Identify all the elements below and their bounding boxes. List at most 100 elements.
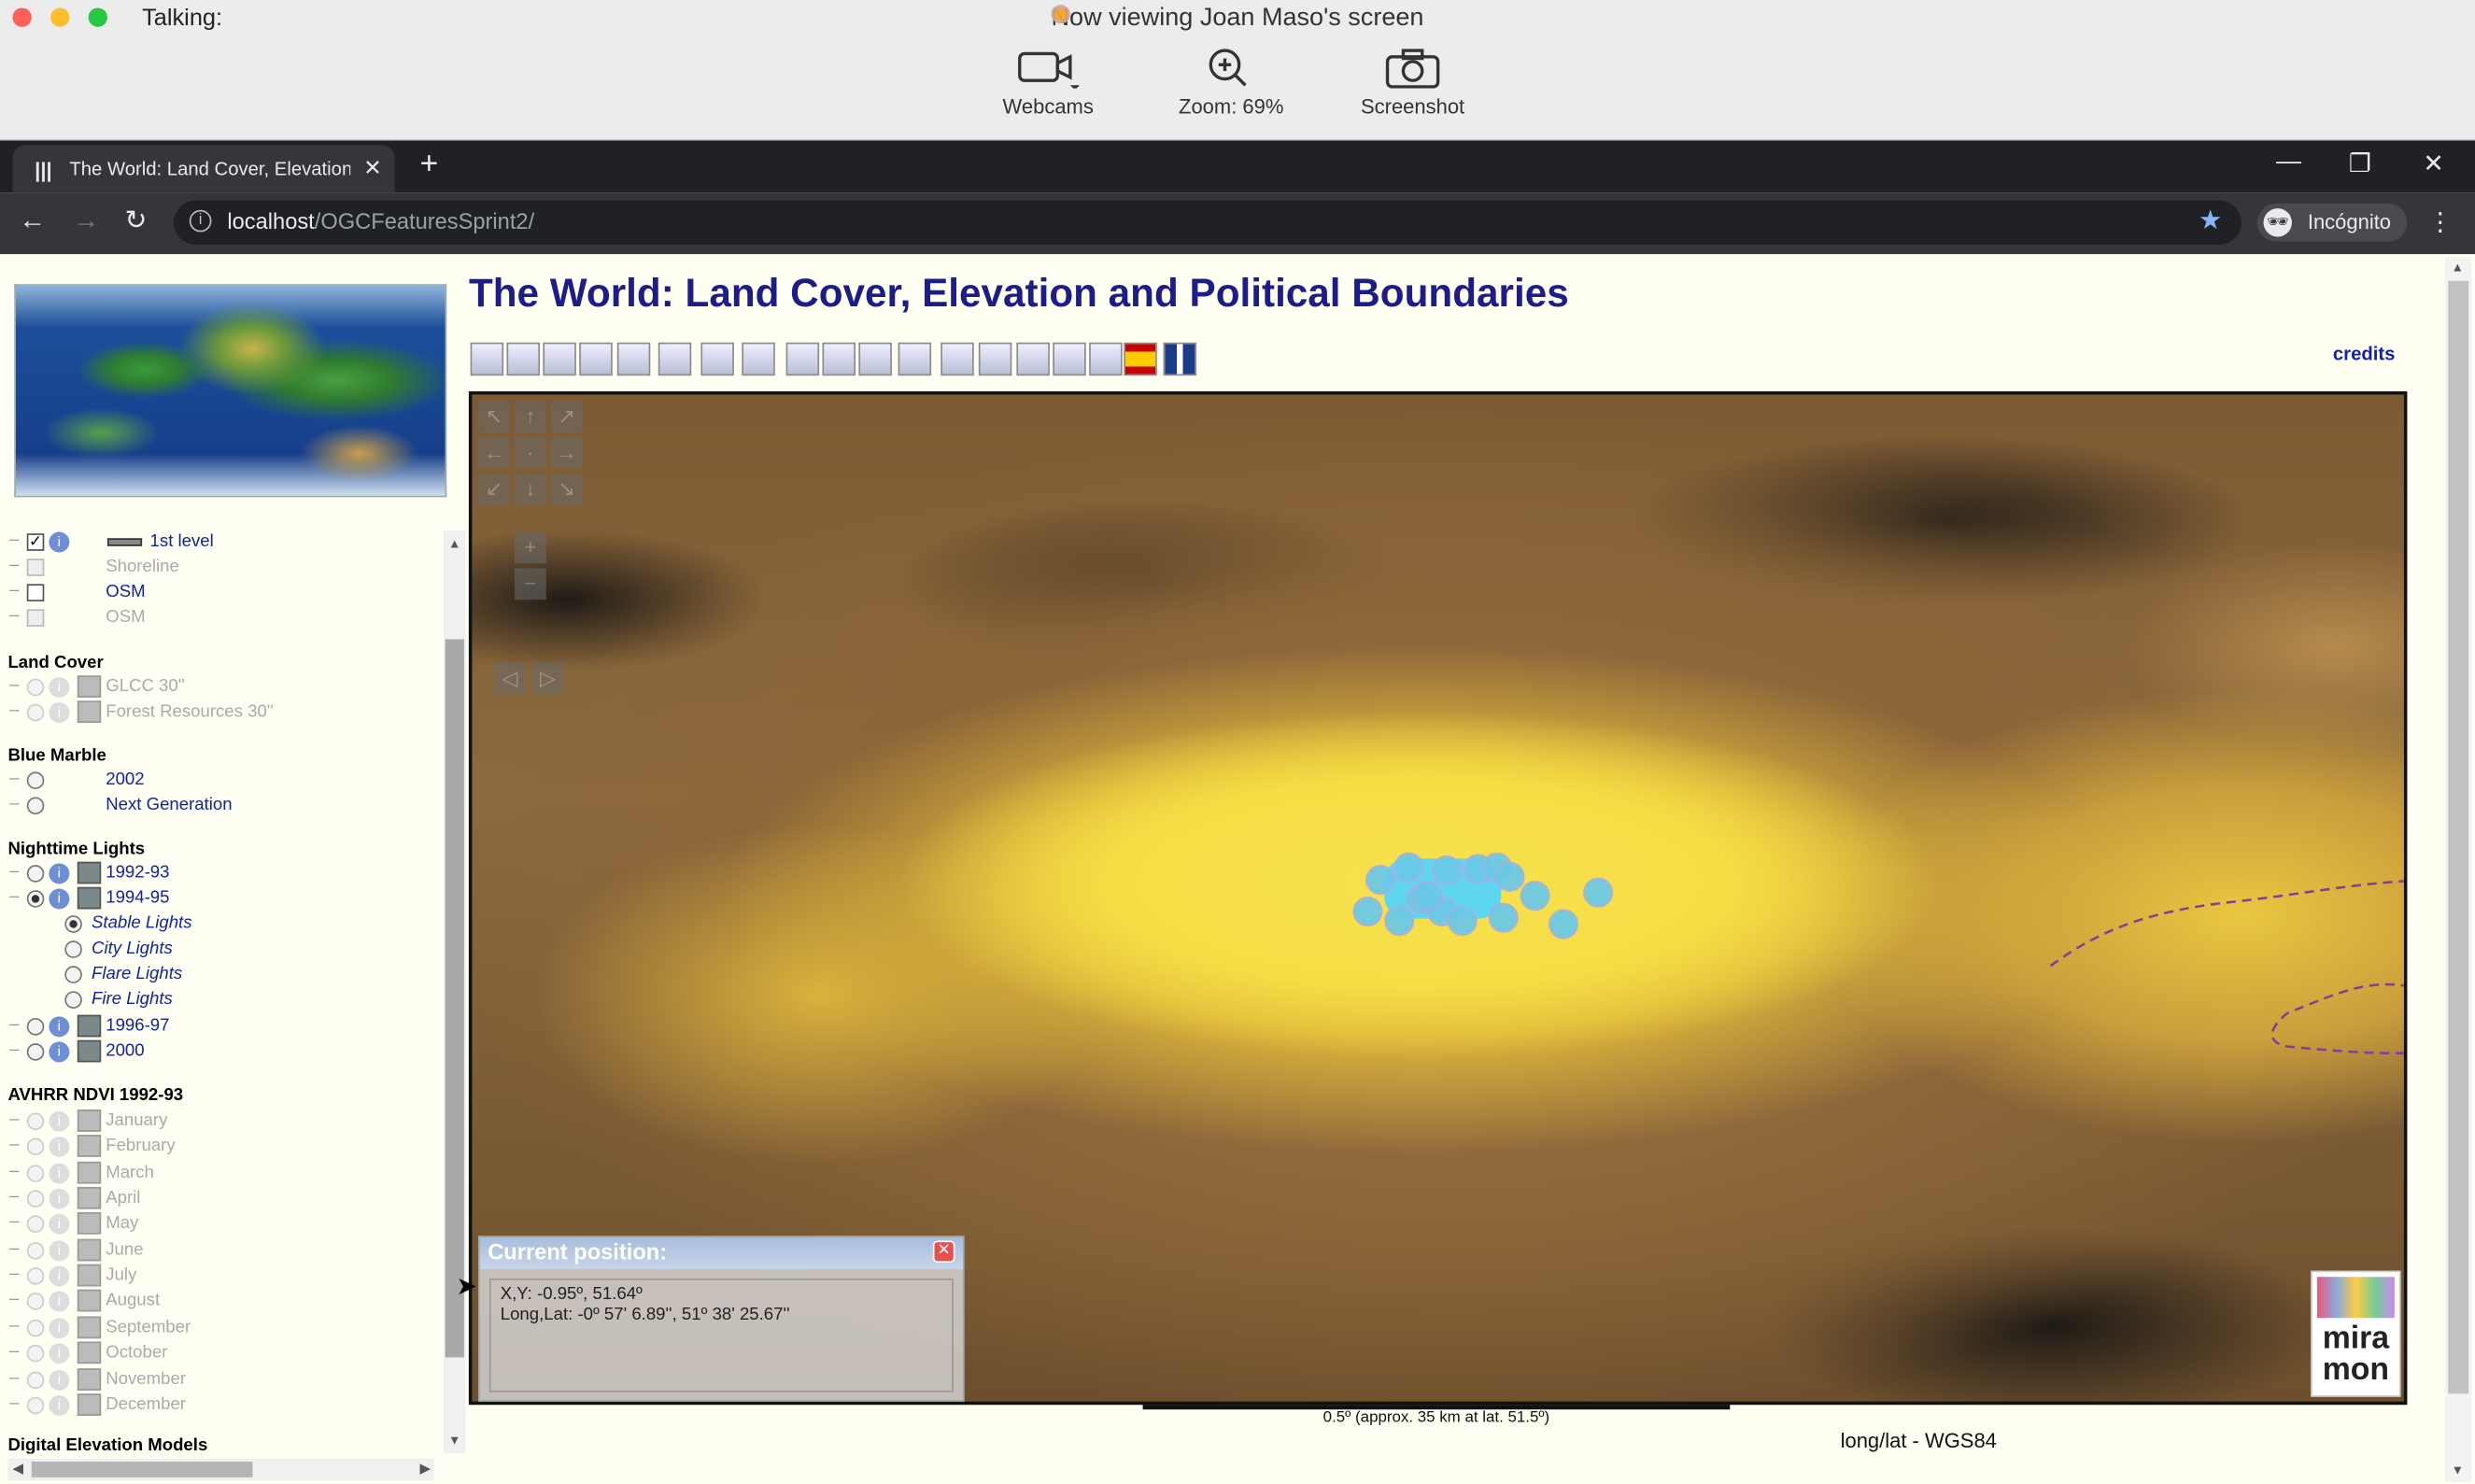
feature-point[interactable] [1384,906,1415,937]
feature-point[interactable] [1393,852,1424,883]
zoom-next-icon[interactable]: ▷ [531,662,564,695]
zoom-full-tool-icon[interactable] [579,342,613,376]
layer-label[interactable]: 2002 [106,770,144,789]
pan-northeast-icon[interactable]: ↗ [550,401,583,433]
download-icon[interactable] [77,1264,102,1287]
download-icon[interactable] [77,886,102,910]
zoom-world-tool-icon[interactable] [616,342,651,376]
layer-checkbox[interactable] [26,609,45,627]
ogc-service-tool-icon[interactable] [858,342,892,376]
layer-radio[interactable] [26,1018,45,1036]
download-icon[interactable] [77,700,102,724]
info-icon[interactable]: i [49,1292,70,1313]
layer-radio[interactable] [26,1370,45,1389]
link-tool-icon[interactable] [1016,342,1050,376]
layer-radio[interactable] [26,678,45,697]
settings-tool-icon[interactable] [785,342,820,376]
info-icon[interactable]: i [49,702,70,724]
feature-point[interactable] [1352,896,1383,927]
zoom-in-map-icon[interactable]: + [514,531,546,564]
layer-checkbox[interactable]: ✓ [26,533,45,551]
style-radio[interactable] [64,940,82,958]
new-tab-button[interactable]: + [420,147,439,183]
info-icon[interactable]: i [49,1343,70,1364]
pan-center-icon[interactable]: · [514,437,546,469]
info-icon[interactable]: i [49,1265,70,1287]
layer-label[interactable]: OSM [106,583,145,601]
info-icon[interactable]: i [49,531,70,553]
download-icon[interactable] [77,1161,102,1184]
download-icon[interactable] [77,1039,102,1063]
window-tool-icon[interactable] [822,342,856,376]
table-tool-icon[interactable] [898,342,932,376]
pan-tool-icon[interactable] [470,342,504,376]
info-icon[interactable]: i [49,1110,70,1132]
credits-link[interactable]: credits [2333,343,2396,365]
screenshot-button[interactable]: Screenshot [1334,48,1492,119]
style-label[interactable]: Flare Lights [92,965,182,983]
layer-radio[interactable] [26,771,45,790]
browser-menu-icon[interactable]: ⋮ [2427,206,2453,238]
page-scroll-thumb[interactable] [2448,280,2469,1394]
zoom-window-tool-icon[interactable] [506,342,540,376]
site-info-icon[interactable]: i [189,209,212,233]
zoom-button[interactable]: Zoom: 69% [1153,48,1310,119]
layer-label[interactable]: 1st level [150,532,214,551]
download-icon[interactable] [77,1014,102,1038]
info-icon[interactable]: i [49,1369,70,1391]
layer-radio[interactable] [26,1164,45,1182]
webcams-button[interactable]: Webcams [969,48,1127,119]
layer-label[interactable]: 1992-93 [106,863,169,882]
style-radio[interactable] [64,915,82,933]
info-icon[interactable]: i [49,1188,70,1209]
style-radio[interactable] [64,966,82,983]
scroll-left-icon[interactable]: ◀ [13,1460,24,1477]
layer-radio[interactable] [26,1293,45,1311]
pan-south-icon[interactable]: ↓ [514,473,546,505]
page-scroll-up-icon[interactable]: ▲ [2452,261,2464,275]
lang-es-tool-icon[interactable] [1124,342,1157,376]
info-icon[interactable]: i [49,1137,70,1158]
download-icon[interactable] [77,1212,102,1236]
download-icon[interactable] [77,1109,102,1132]
layer-checkbox[interactable] [26,584,45,601]
layer-radio[interactable] [26,1396,45,1415]
feature-point[interactable] [1583,877,1614,908]
style-label[interactable]: City Lights [92,940,173,958]
crs-label[interactable]: long/lat - WGS84 [1841,1428,1997,1451]
layer-radio[interactable] [26,1345,45,1363]
feature-point[interactable] [1412,881,1443,912]
info-icon[interactable]: i [49,1041,70,1063]
layer-radio[interactable] [26,797,45,815]
info-icon[interactable]: i [49,1214,70,1236]
reload-icon[interactable]: ↻ [125,205,148,237]
feature-point[interactable] [1431,855,1462,886]
incognito-badge[interactable]: 🕶 Incógnito [2256,204,2408,242]
pan-east-icon[interactable]: → [550,437,583,469]
zoom-in-tool-icon[interactable] [543,342,576,376]
layer-label[interactable]: Next Generation [106,796,232,814]
download-icon[interactable] [77,1186,102,1209]
style-radio[interactable] [64,991,82,1009]
pan-northwest-icon[interactable]: ↖ [478,401,510,433]
info-icon[interactable]: i [49,1163,70,1184]
feature-point[interactable] [1365,865,1396,896]
address-bar[interactable]: i localhost/OGCFeaturesSprint2/ ★ [173,200,2242,245]
info-icon[interactable]: i [49,888,70,910]
info-icon[interactable]: i [49,1016,70,1038]
page-scroll-down-icon[interactable]: ▼ [2452,1463,2464,1477]
help-tool-icon[interactable] [1053,342,1086,376]
info-icon[interactable]: i [49,677,70,699]
download-icon[interactable] [77,861,102,884]
lang-en-tool-icon[interactable] [1163,342,1197,376]
legend-tool-icon[interactable] [742,342,775,376]
download-icon[interactable] [77,1316,102,1338]
restore-icon[interactable]: ❐ [2349,148,2371,180]
forward-icon[interactable]: → [73,205,100,237]
pan-west-icon[interactable]: ← [478,437,510,469]
back-icon[interactable]: ← [19,205,46,237]
info-icon[interactable]: i [49,1239,70,1261]
download-icon[interactable] [77,1393,102,1416]
layers-tool-icon[interactable] [1089,342,1123,376]
close-tab-icon[interactable]: ✕ [363,155,382,182]
